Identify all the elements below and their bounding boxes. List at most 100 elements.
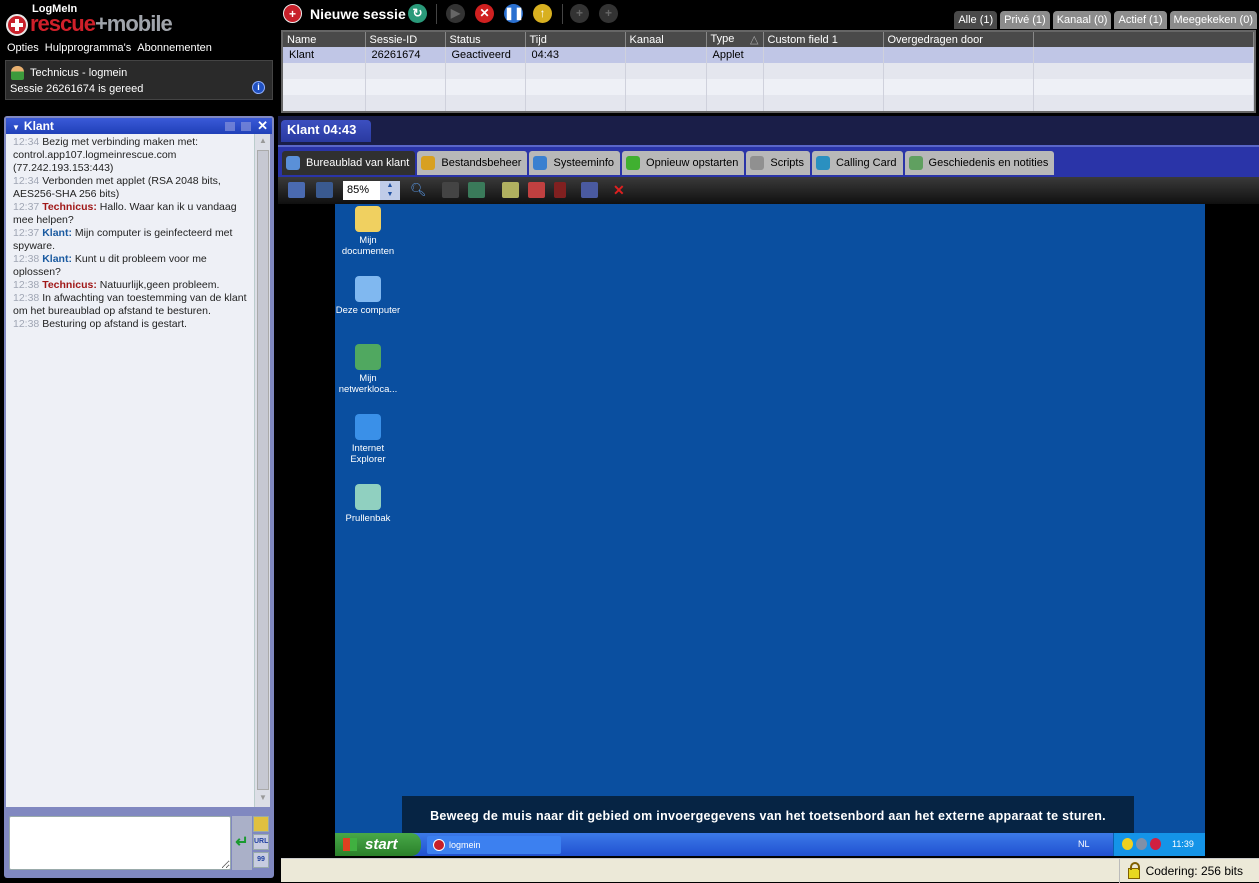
tab-label: Bureaublad van klant	[306, 151, 409, 175]
close-icon[interactable]: ✕	[257, 118, 268, 134]
menu-hulpprogrammas[interactable]: Hulpprogramma's	[45, 42, 131, 54]
cell-status: Geactiveerd	[445, 47, 525, 63]
menu-abonnementen[interactable]: Abonnementen	[137, 42, 212, 54]
filter-tab-alle[interactable]: Alle (1)	[954, 11, 997, 29]
cell-empty	[1033, 47, 1254, 63]
power-icon	[626, 156, 640, 170]
filter-tab-meegekeken[interactable]: Meegekeken (0)	[1170, 11, 1258, 29]
full-screen-icon[interactable]	[288, 182, 305, 198]
refresh-icon[interactable]: ↻	[408, 4, 427, 23]
laser-pointer-icon[interactable]	[554, 182, 566, 198]
tab-geschiedenis-en-notities[interactable]: Geschiedenis en notities	[905, 151, 1055, 175]
tab-label: Systeeminfo	[553, 151, 614, 175]
new-session-button[interactable]: Nieuwe sessie	[310, 6, 406, 22]
new-session-icon[interactable]: +	[283, 4, 302, 23]
chat-log: 12:34 Bezig met verbinding maken met: co…	[6, 134, 254, 807]
keyboard-hint-overlay[interactable]: Beweeg de muis naar dit gebied om invoer…	[402, 796, 1134, 836]
message-time: 12:38	[13, 279, 39, 291]
col-overgedragen-door[interactable]: Overgedragen door	[883, 32, 1033, 47]
transfer-up-icon[interactable]: ↑	[533, 4, 552, 23]
tab-calling-card[interactable]: Calling Card	[812, 151, 903, 175]
col-kanaal[interactable]: Kanaal	[625, 32, 706, 47]
desktop-icon[interactable]: Deze computer	[333, 276, 403, 316]
clipboard-icon[interactable]	[502, 182, 519, 198]
cell-type: Applet	[706, 47, 763, 63]
cell-channel	[625, 47, 706, 63]
filter-tab-prive[interactable]: Privé (1)	[1000, 11, 1050, 29]
tab-bureaublad-van-klant[interactable]: Bureaublad van klant	[282, 151, 415, 175]
message-text: Natuurlijk,geen probleem.	[100, 279, 220, 291]
zoom-input[interactable]: 85%	[343, 181, 380, 200]
empty-row	[283, 63, 1254, 79]
zoom-icon[interactable]: 🔍︎	[410, 182, 427, 198]
table-row[interactable]: Klant 26261674 Geactiveerd 04:43 Applet	[283, 47, 1254, 63]
detach-icon[interactable]	[225, 122, 235, 131]
message-speaker: Technicus:	[42, 279, 97, 291]
chat-message: 12:37 Technicus: Hallo. Waar kan ik u va…	[13, 201, 248, 227]
folder-icon	[355, 206, 381, 232]
col-type[interactable]: Type △	[706, 32, 763, 47]
session-filter-tabs: Alle (1) Privé (1) Kanaal (0) Actief (1)…	[954, 11, 1257, 29]
chat-input[interactable]	[9, 816, 231, 870]
tab-opnieuw-opstarten[interactable]: Opnieuw opstarten	[622, 151, 744, 175]
desktop-icon[interactable]: Mijn documenten	[333, 206, 403, 257]
start-button[interactable]: start	[335, 833, 421, 856]
chat-scrollbar[interactable]: ▲ ▼	[254, 134, 270, 807]
desktop-icon[interactable]: Mijn netwerkloca...	[333, 344, 403, 395]
col-sessie-id[interactable]: Sessie-ID	[365, 32, 445, 47]
info-icon[interactable]: i	[252, 81, 265, 94]
fit-screen-icon[interactable]	[316, 182, 333, 198]
hold-icon[interactable]: ❚❚	[504, 4, 523, 23]
col-custom-field-1[interactable]: Custom field 1	[763, 32, 883, 47]
message-time: 12:34	[13, 175, 39, 187]
transfer-icon[interactable]	[241, 122, 251, 131]
send-file-button[interactable]	[253, 816, 269, 832]
stop-remote-control-icon[interactable]: ✕	[613, 182, 630, 198]
tab-scripts[interactable]: Scripts	[746, 151, 810, 175]
draw-icon[interactable]	[528, 182, 545, 198]
add-session-disabled-icon[interactable]: +	[570, 4, 589, 23]
status-bar: Codering: 256 bits	[281, 858, 1259, 882]
scroll-up-icon[interactable]: ▲	[257, 136, 269, 148]
language-indicator[interactable]: NL	[1078, 839, 1090, 849]
filter-tab-kanaal[interactable]: Kanaal (0)	[1053, 11, 1112, 29]
chat-header[interactable]: ▼Klant ✕	[6, 118, 272, 134]
scroll-down-icon[interactable]: ▼	[257, 793, 269, 805]
security-alert-icon[interactable]	[1150, 838, 1161, 850]
cell-session-id: 26261674	[365, 47, 445, 63]
desktop-icon[interactable]: Prullenbak	[333, 484, 403, 524]
tab-bestandsbeheer[interactable]: Bestandsbeheer	[417, 151, 527, 175]
desktop-icon-label: Deze computer	[333, 305, 403, 316]
filter-tab-actief[interactable]: Actief (1)	[1114, 11, 1166, 29]
feature-tab-bar: Bureaublad van klant Bestandsbeheer Systee…	[278, 145, 1259, 177]
scroll-thumb[interactable]	[257, 150, 269, 790]
network-disabled-icon[interactable]	[442, 182, 459, 198]
message-text: In afwachting van toestemming van de kla…	[13, 292, 247, 317]
end-session-icon[interactable]: ✕	[475, 4, 494, 23]
menu-opties[interactable]: Opties	[7, 42, 39, 54]
gear-icon	[533, 156, 547, 170]
monitor-icon[interactable]	[468, 182, 485, 198]
desktop-icon[interactable]: Internet Explorer	[333, 414, 403, 465]
send-button[interactable]: ↵	[232, 816, 252, 870]
predefined-reply-button[interactable]: 99	[253, 852, 269, 868]
remote-desktop-view[interactable]: Mijn documenten Deze computer Mijn netwerk…	[335, 204, 1205, 856]
session-tab-klant[interactable]: Klant 04:43	[281, 120, 371, 142]
tab-systeeminfo[interactable]: Systeeminfo	[529, 151, 620, 175]
col-name[interactable]: Name	[283, 32, 365, 47]
chat-message: 12:34 Bezig met verbinding maken met: co…	[13, 136, 248, 175]
chat-side-buttons: URL 99	[253, 816, 271, 870]
network-icon	[355, 344, 381, 370]
collapse-icon[interactable]: ▼	[12, 123, 20, 132]
chat-message: 12:38 Klant: Kunt u dit probleem voor me…	[13, 253, 248, 279]
tray-icon[interactable]	[1136, 838, 1147, 850]
security-shield-icon[interactable]	[1122, 838, 1133, 850]
taskbar-item-logmein[interactable]: logmein	[427, 836, 561, 854]
col-status[interactable]: Status	[445, 32, 525, 47]
send-url-button[interactable]: URL	[253, 834, 269, 850]
add-user-disabled-icon[interactable]: +	[599, 4, 618, 23]
zoom-stepper[interactable]: ▲▼	[380, 181, 400, 200]
start-icon[interactable]: ▶	[446, 4, 465, 23]
col-tijd[interactable]: Tijd	[525, 32, 625, 47]
screen-capture-icon[interactable]	[581, 182, 598, 198]
